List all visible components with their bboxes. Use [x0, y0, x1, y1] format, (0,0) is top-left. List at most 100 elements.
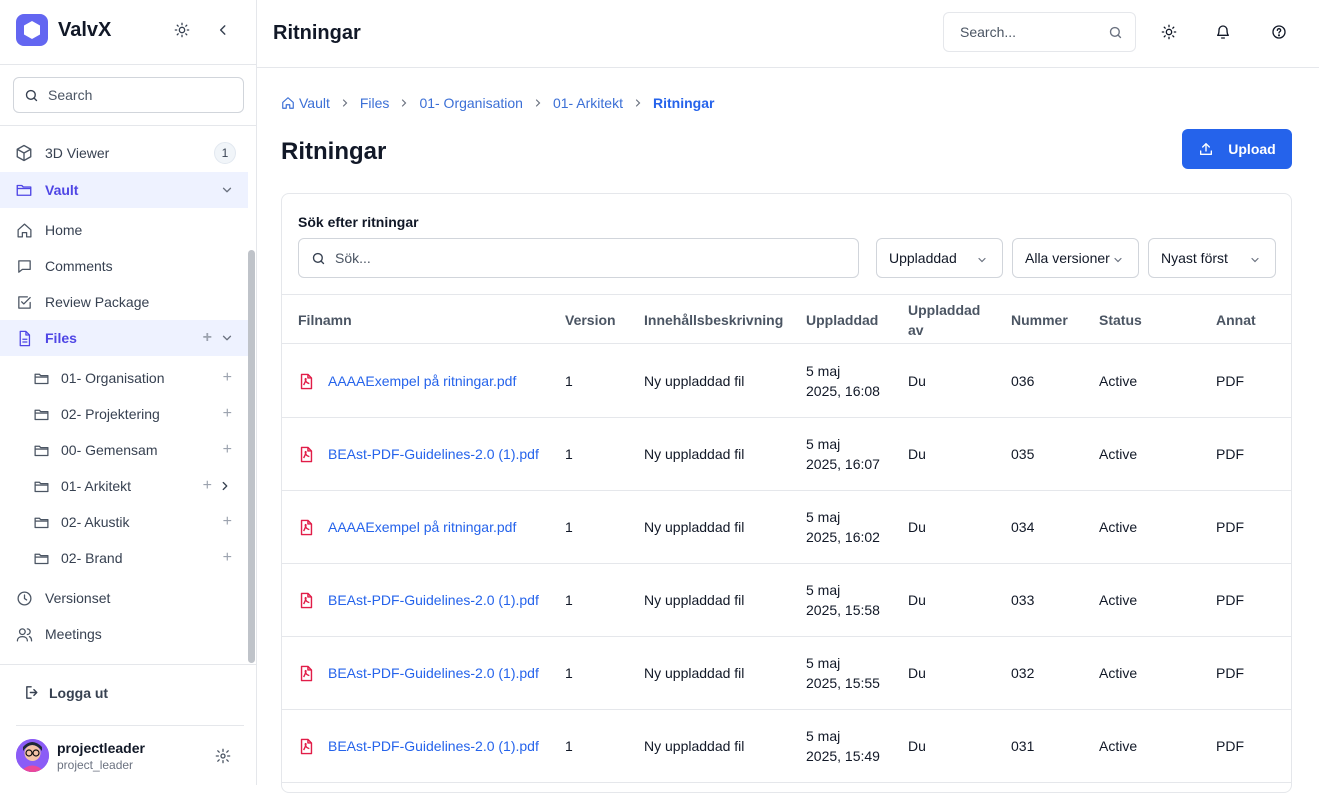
- theme-toggle-icon[interactable]: [1161, 24, 1179, 42]
- file-link[interactable]: BEAst-PDF-Guidelines-2.0 (1).pdf: [298, 590, 539, 610]
- divider: [16, 725, 244, 726]
- sort-field-select[interactable]: Uppladdad: [876, 238, 1003, 278]
- column-header[interactable]: Annat: [1216, 310, 1256, 330]
- table-row[interactable]: AAAAExempel på ritningar.pdf 1 Ny uppladda…: [282, 345, 1291, 418]
- chevron-down-icon: [1112, 254, 1124, 266]
- chevron-down-icon[interactable]: [220, 331, 234, 345]
- column-header[interactable]: Status: [1099, 310, 1142, 330]
- sidebar: ValvX 3D Viewer 1 Vault Home Comments: [0, 0, 257, 785]
- pdf-file-icon: [298, 737, 315, 756]
- add-icon[interactable]: +: [223, 441, 232, 459]
- column-header[interactable]: Uppladdad av: [908, 300, 988, 340]
- table-row[interactable]: BEAst-PDF-Guidelines-2.0 (1).pdf 1 Ny uppl…: [282, 418, 1291, 491]
- table-row[interactable]: BEAst-PDF-Guidelines-2.0 (1).pdf 1 Ny uppl…: [282, 710, 1291, 783]
- sidebar-item-3d-viewer[interactable]: 3D Viewer 1: [0, 135, 248, 171]
- sidebar-item-review-package[interactable]: Review Package: [0, 284, 248, 320]
- comment-icon: [15, 257, 33, 275]
- global-search[interactable]: [943, 12, 1136, 52]
- checkbox-icon: [15, 293, 33, 311]
- number-cell: 031: [1011, 738, 1035, 754]
- add-icon[interactable]: +: [223, 369, 232, 387]
- version-select[interactable]: Alla versioner: [1012, 238, 1139, 278]
- sidebar-item-comments[interactable]: Comments: [0, 248, 248, 284]
- status-cell: Active: [1099, 738, 1138, 754]
- sidebar-item-home[interactable]: Home: [0, 212, 248, 248]
- folder-item-02-akustik[interactable]: 02- Akustik +: [0, 504, 248, 540]
- breadcrumb-files[interactable]: Files: [360, 95, 390, 111]
- file-type-cell: PDF: [1216, 592, 1244, 608]
- sidebar-item-label: Review Package: [45, 294, 150, 310]
- folder-item-01-arkitekt[interactable]: 01- Arkitekt +: [0, 468, 248, 504]
- breadcrumb-organisation[interactable]: 01- Organisation: [419, 95, 523, 111]
- drawing-search[interactable]: [298, 238, 859, 278]
- user-profile[interactable]: projectleader project_leader: [16, 739, 145, 772]
- folder-label: 02- Brand: [61, 550, 123, 566]
- logout-button[interactable]: Logga ut: [24, 684, 108, 701]
- table-row[interactable]: AAAAExempel på ritningar.pdf 1 Ny uppladda…: [282, 491, 1291, 564]
- chevron-down-icon[interactable]: [220, 183, 234, 197]
- file-link[interactable]: AAAAExempel på ritningar.pdf: [298, 517, 516, 537]
- uploaded-by-cell: Du: [908, 519, 926, 535]
- uploaded-date-time: 2025, 15:49: [806, 748, 880, 764]
- folder-item-02-brand[interactable]: 02- Brand +: [0, 540, 248, 576]
- file-link[interactable]: BEAst-PDF-Guidelines-2.0 (1).pdf: [298, 663, 539, 683]
- folder-item-00-gemensam[interactable]: 00- Gemensam +: [0, 432, 248, 468]
- file-name: AAAAExempel på ritningar.pdf: [328, 519, 517, 535]
- sidebar-search[interactable]: [13, 77, 244, 113]
- column-header[interactable]: Uppladdad: [806, 310, 878, 330]
- column-header[interactable]: Innehållsbeskrivning: [644, 310, 783, 330]
- folder-item-01-organisation[interactable]: 01- Organisation +: [0, 360, 248, 396]
- file-link[interactable]: BEAst-PDF-Guidelines-2.0 (1).pdf: [298, 736, 539, 756]
- file-link[interactable]: AAAAExempel på ritningar.pdf: [298, 371, 516, 391]
- description-cell: Ny uppladdad fil: [644, 373, 745, 389]
- file-name: BEAst-PDF-Guidelines-2.0 (1).pdf: [328, 592, 539, 608]
- file-link[interactable]: BEAst-PDF-Guidelines-2.0 (1).pdf: [298, 444, 539, 464]
- home-icon: [15, 221, 33, 239]
- breadcrumb-arkitekt[interactable]: 01- Arkitekt: [553, 95, 623, 111]
- description-cell: Ny uppladdad fil: [644, 665, 745, 681]
- file-name: AAAAExempel på ritningar.pdf: [328, 373, 517, 389]
- add-icon[interactable]: +: [223, 405, 232, 423]
- sidebar-search-input[interactable]: [48, 87, 228, 103]
- theme-toggle-icon[interactable]: [172, 20, 192, 40]
- column-header[interactable]: Version: [565, 310, 616, 330]
- status-cell: Active: [1099, 592, 1138, 608]
- sidebar-item-meetings[interactable]: Meetings: [0, 616, 248, 652]
- add-icon[interactable]: +: [223, 513, 232, 531]
- sidebar-item-vault[interactable]: Vault: [0, 172, 248, 208]
- gear-icon[interactable]: [215, 748, 231, 764]
- file-name: BEAst-PDF-Guidelines-2.0 (1).pdf: [328, 738, 539, 754]
- file-type-cell: PDF: [1216, 519, 1244, 535]
- table-row[interactable]: BEAst-PDF-Guidelines-2.0 (1).pdf 1 Ny uppl…: [282, 637, 1291, 710]
- table-row[interactable]: BEAst-PDF-Guidelines-2.0 (1).pdf 1 Ny uppl…: [282, 564, 1291, 637]
- user-name: projectleader: [57, 739, 145, 756]
- sidebar-scrollbar[interactable]: [248, 250, 255, 663]
- breadcrumb-vault[interactable]: Vault: [281, 95, 330, 111]
- global-search-input[interactable]: [960, 24, 1100, 40]
- add-icon[interactable]: +: [203, 477, 212, 495]
- add-folder-icon[interactable]: +: [203, 329, 212, 347]
- table-header: Filnamn Version Innehållsbeskrivning Upp…: [282, 294, 1291, 344]
- column-header[interactable]: Filnamn: [298, 310, 352, 330]
- help-icon[interactable]: [1271, 24, 1289, 42]
- version-cell: 1: [565, 519, 573, 535]
- sidebar-item-files[interactable]: Files +: [0, 320, 248, 356]
- chevron-right-icon: [632, 97, 644, 109]
- folder-item-02-projektering[interactable]: 02- Projektering +: [0, 396, 248, 432]
- sidebar-item-label: Home: [45, 222, 83, 238]
- brand[interactable]: ValvX: [16, 14, 111, 46]
- file-type-cell: PDF: [1216, 665, 1244, 681]
- chevron-right-icon[interactable]: [218, 479, 232, 493]
- sidebar-item-versionset[interactable]: Versionset: [0, 580, 248, 616]
- sidebar-item-label: Versionset: [45, 590, 111, 606]
- drawing-search-input[interactable]: [335, 250, 815, 266]
- add-icon[interactable]: +: [223, 549, 232, 567]
- sort-order-select[interactable]: Nyast först: [1148, 238, 1276, 278]
- column-header[interactable]: Nummer: [1011, 310, 1068, 330]
- cube-icon: [15, 144, 33, 162]
- collapse-sidebar-icon[interactable]: [213, 20, 233, 40]
- uploaded-date-day: 5 maj: [806, 655, 841, 671]
- upload-button[interactable]: Upload: [1182, 129, 1292, 169]
- bell-icon[interactable]: [1215, 24, 1233, 42]
- top-bar: Ritningar: [257, 0, 1319, 68]
